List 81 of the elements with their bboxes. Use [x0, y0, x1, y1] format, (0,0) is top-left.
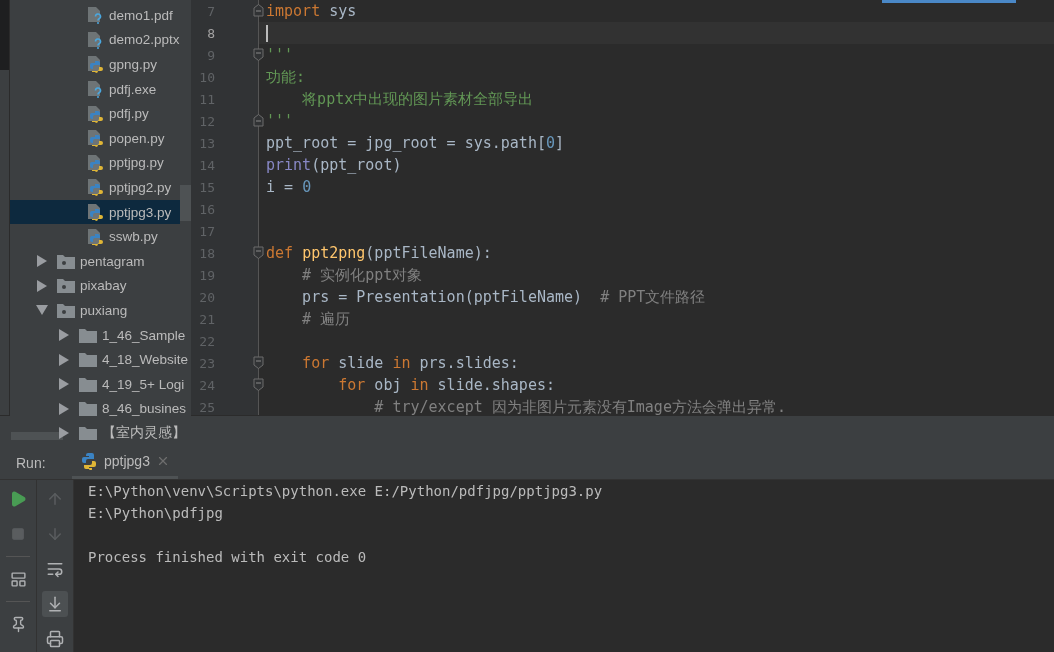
tree-item[interactable]: sswb.py	[10, 224, 180, 249]
console-line: E:\Python\pdfjpg	[88, 505, 224, 523]
folder-icon	[57, 278, 75, 294]
folder-icon	[79, 401, 97, 417]
panel-label: Run:	[16, 454, 47, 471]
code-line: # 遍历	[301, 309, 351, 329]
tree-item[interactable]: pdfj.py	[10, 101, 180, 126]
code-line: 功能:	[266, 67, 306, 87]
line-number: 8	[206, 25, 215, 41]
python-file-icon	[86, 203, 104, 222]
tree-item[interactable]: 8_46_busines	[10, 396, 187, 422]
unknown-file-icon	[86, 30, 104, 49]
tree-item[interactable]: pptjpg3.py	[10, 199, 180, 225]
tree-item[interactable]: 1_46_Sample	[10, 322, 186, 348]
print-icon[interactable]	[46, 630, 64, 648]
fold-marker-icon[interactable]	[253, 246, 264, 259]
console-line: Process finished with exit code 0	[88, 549, 368, 567]
tree-item[interactable]: puxiang	[10, 298, 180, 323]
scrollbar-thumb[interactable]	[11, 432, 63, 440]
console-line: E:\Python\venv\Scripts\python.exe E:/Python/pdfjpg/pptjpg3.py	[88, 483, 604, 501]
folder-icon	[57, 302, 75, 318]
code-line: # try/except 因为非图片元素没有Image方法会弹出异常.	[373, 397, 786, 417]
python-file-icon	[86, 178, 104, 197]
unknown-file-icon	[86, 6, 104, 25]
fold-marker-icon[interactable]	[253, 356, 264, 369]
code-line: for slide in prs.slides:	[301, 354, 519, 372]
expand-arrow-icon[interactable]	[58, 402, 70, 415]
expand-arrow-icon[interactable]	[58, 378, 70, 391]
tree-item[interactable]: pentagram	[10, 248, 180, 274]
folder-icon	[79, 352, 97, 368]
layout-icon[interactable]	[9, 570, 27, 588]
python-file-icon	[86, 153, 104, 172]
fold-marker-icon[interactable]	[253, 48, 264, 61]
scroll-to-end-button[interactable]	[42, 591, 68, 617]
expand-arrow-icon[interactable]	[58, 353, 70, 366]
stop-icon[interactable]	[11, 527, 25, 541]
folder-icon	[79, 327, 97, 343]
code-line: print(ppt_root)	[266, 156, 402, 174]
folder-icon	[79, 425, 97, 440]
folder-icon	[57, 253, 75, 269]
code-line: 将pptx中出现的图片素材全部导出	[301, 89, 534, 109]
code-line: prs = Presentation(pptFileName) # PPT文件路径	[301, 287, 706, 307]
tree-item[interactable]: pptjpg.py	[10, 150, 180, 176]
unknown-file-icon	[86, 80, 104, 99]
fold-marker-icon[interactable]	[253, 114, 264, 127]
tree-item[interactable]: pixabay	[10, 273, 180, 299]
tree-item[interactable]: pptjpg2.py	[10, 175, 180, 200]
tree-item[interactable]: demo1.pdf	[10, 3, 180, 28]
code-line: def ppt2png(pptFileName):	[266, 244, 492, 262]
code-line: '''	[266, 46, 294, 64]
python-file-icon	[86, 227, 104, 246]
code-line: ppt_root = jpg_root = sys.path[0]	[266, 134, 565, 152]
tree-item[interactable]: 【室内灵感】	[10, 421, 186, 440]
expand-arrow-icon[interactable]	[36, 279, 48, 292]
tree-item[interactable]: popen.py	[10, 125, 180, 151]
code-line: import sys	[266, 2, 357, 20]
scrollbar-thumb[interactable]	[180, 185, 191, 221]
python-file-icon	[86, 104, 104, 123]
expand-arrow-icon[interactable]	[36, 255, 48, 268]
collapse-arrow-icon[interactable]	[36, 304, 48, 317]
folder-icon	[79, 376, 97, 392]
python-icon	[80, 452, 98, 470]
soft-wrap-icon[interactable]	[46, 560, 64, 578]
tree-item[interactable]: demo2.pptx	[10, 27, 180, 53]
tree-item[interactable]: pdfj.exe	[10, 76, 180, 102]
tree-item[interactable]: 4_19_5+ Logi	[10, 371, 185, 397]
code-line: i = 0	[266, 178, 312, 196]
expand-arrow-icon[interactable]	[58, 427, 70, 440]
expand-arrow-icon[interactable]	[58, 329, 70, 341]
scroll-to-end-icon	[46, 595, 64, 613]
python-file-icon	[86, 55, 104, 74]
fold-marker-icon[interactable]	[253, 4, 264, 17]
fold-marker-icon[interactable]	[253, 378, 264, 391]
python-file-icon	[86, 129, 104, 148]
run-icon[interactable]	[9, 490, 27, 508]
code-line: # 实例化ppt对象	[301, 265, 423, 285]
tree-item[interactable]: gpng.py	[10, 52, 180, 77]
tree-item[interactable]: 4_18_Website	[10, 347, 189, 372]
code-line: '''	[266, 112, 294, 130]
code-line: for obj in slide.shapes:	[337, 376, 555, 394]
text-cursor	[266, 24, 268, 42]
